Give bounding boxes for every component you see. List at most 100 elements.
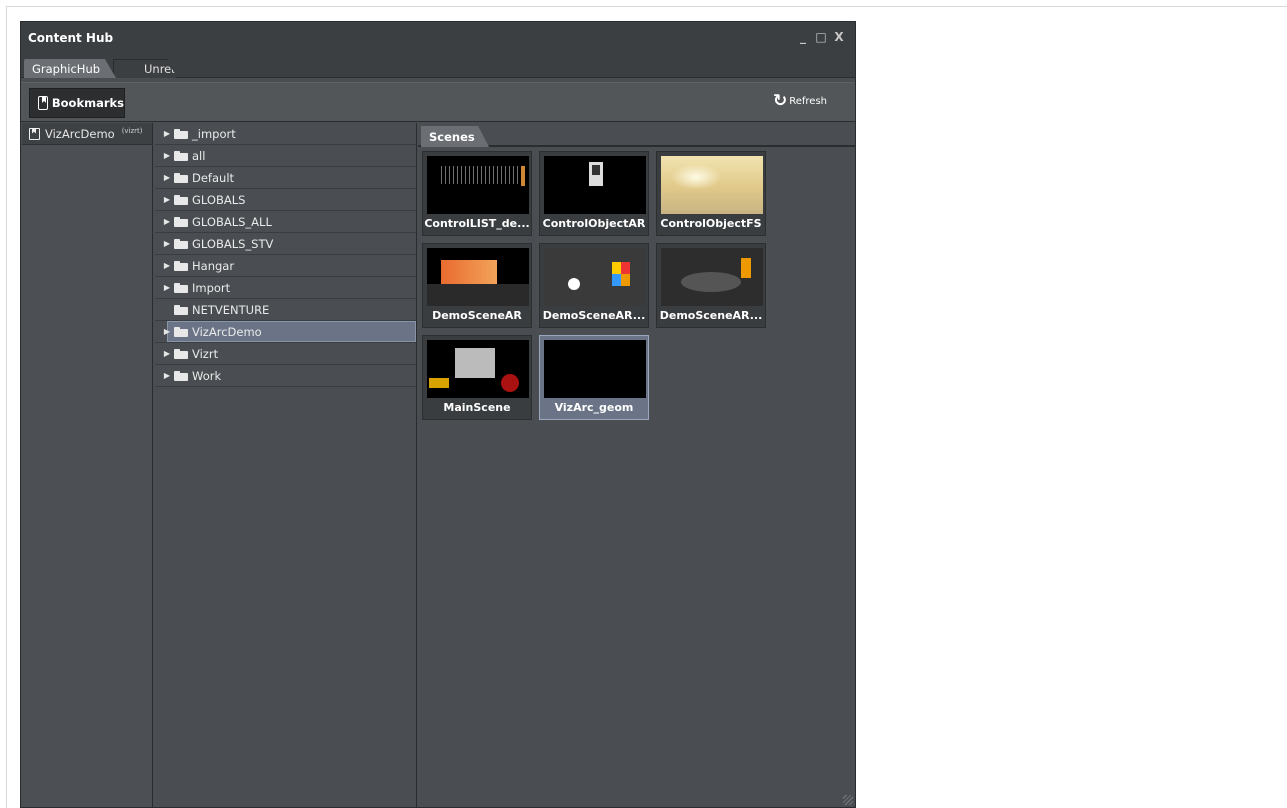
scene-thumbnail <box>661 156 763 214</box>
expand-arrow-icon[interactable]: ▶ <box>160 195 174 204</box>
bookmark-icon <box>38 96 48 110</box>
bookmarks-label: Bookmarks <box>51 96 124 110</box>
tree-item[interactable]: ▶ _import <box>155 123 416 145</box>
scene-tile[interactable]: VizArc_geom <box>539 335 649 420</box>
scene-label: ControlLIST_de... <box>424 217 530 230</box>
expand-arrow-icon[interactable]: ▶ <box>160 217 174 226</box>
refresh-icon: ↻ <box>772 91 788 111</box>
scene-thumbnail <box>427 340 529 398</box>
scene-tile[interactable]: DemoSceneAR... <box>656 243 766 328</box>
expand-arrow-icon[interactable]: ▶ <box>160 239 174 248</box>
close-button[interactable]: X <box>833 30 845 44</box>
scene-thumbnail <box>544 248 646 306</box>
scene-label: ControlObjectAR <box>542 217 646 230</box>
scene-thumbnail <box>544 340 646 398</box>
expand-arrow-icon[interactable]: ▶ <box>160 349 174 358</box>
tree-item-label: NETVENTURE <box>192 302 270 317</box>
tree-item[interactable]: ▶ Hangar <box>155 255 416 277</box>
scene-thumbnail <box>427 156 529 214</box>
scene-label: ControlObjectFS <box>660 217 762 230</box>
scene-label: MainScene <box>443 401 511 414</box>
bookmark-label: VizArcDemo <box>45 126 115 141</box>
tree-item[interactable]: ▶ Import <box>155 277 416 299</box>
tree-item-label: Hangar <box>192 258 235 273</box>
refresh-button[interactable]: ↻ Refresh <box>772 91 827 111</box>
scene-label: DemoSceneAR... <box>542 309 646 322</box>
folder-icon <box>174 304 188 315</box>
tab-graphichub[interactable]: GraphicHub <box>24 59 116 78</box>
tree-item[interactable]: NETVENTURE <box>155 299 416 321</box>
scene-tile[interactable]: DemoSceneAR <box>422 243 532 328</box>
tab-scenes[interactable]: Scenes <box>421 126 489 147</box>
tree-item[interactable]: ▶ Default <box>155 167 416 189</box>
minimize-button[interactable]: _ <box>797 30 809 44</box>
content-hub-window: Content Hub _ □ X Unreal GraphicHub Book… <box>20 21 856 808</box>
tree-item[interactable]: ▶ GLOBALS_STV <box>155 233 416 255</box>
folder-icon <box>174 172 188 183</box>
tree-item-label: all <box>192 148 206 163</box>
tab-label: GraphicHub <box>32 61 101 76</box>
folder-icon <box>174 260 188 271</box>
folder-icon <box>174 216 188 227</box>
resize-grip[interactable] <box>843 795 853 805</box>
folder-icon <box>174 348 188 359</box>
maximize-button[interactable]: □ <box>815 30 827 44</box>
expand-arrow-icon[interactable]: ▶ <box>160 151 174 160</box>
tab-label: Unreal <box>144 62 182 76</box>
tree-item-label: GLOBALS_STV <box>192 236 274 251</box>
scene-tile[interactable]: ControlLIST_de... <box>422 151 532 236</box>
scene-thumbnail <box>661 248 763 306</box>
scene-tile[interactable]: MainScene <box>422 335 532 420</box>
scenes-tabbar: Scenes <box>418 123 855 147</box>
folder-icon <box>174 282 188 293</box>
scene-thumbnail <box>544 156 646 214</box>
expand-arrow-icon[interactable]: ▶ <box>160 327 174 336</box>
scene-tile[interactable]: ControlObjectFS <box>656 151 766 236</box>
bookmarks-pane: VizArcDemo (vizrt) <box>22 123 153 807</box>
bookmark-icon <box>29 127 40 140</box>
scenes-tab-label: Scenes <box>429 129 475 144</box>
window-title: Content Hub <box>28 31 114 45</box>
tab-unreal[interactable]: Unreal <box>113 59 177 78</box>
tree-item[interactable]: ▶ Vizrt <box>155 343 416 365</box>
folder-tree: ▶ _import ▶ all ▶ Default ▶ GLOBALS ▶ GLOBALS_ALL… <box>155 123 417 807</box>
tree-item-label: Default <box>192 170 235 185</box>
expand-arrow-icon[interactable]: ▶ <box>160 173 174 182</box>
expand-arrow-icon[interactable]: ▶ <box>160 129 174 138</box>
expand-arrow-icon[interactable]: ▶ <box>160 371 174 380</box>
tree-rows: ▶ _import ▶ all ▶ Default ▶ GLOBALS ▶ GLOBALS_ALL… <box>155 123 416 387</box>
tree-item-label: VizArcDemo <box>192 324 262 339</box>
tree-item[interactable]: ▶ all <box>155 145 416 167</box>
expand-arrow-icon[interactable]: ▶ <box>160 261 174 270</box>
tree-item[interactable]: ▶ VizArcDemo <box>155 321 416 343</box>
bookmark-item[interactable]: VizArcDemo (vizrt) <box>22 123 152 145</box>
tree-item-label: Import <box>192 280 231 295</box>
scene-tile[interactable]: ControlObjectAR <box>539 151 649 236</box>
tree-item[interactable]: ▶ GLOBALS <box>155 189 416 211</box>
folder-icon <box>174 326 188 337</box>
toolbar: Bookmarks ↻ Refresh <box>21 82 855 122</box>
folder-icon <box>174 370 188 381</box>
tree-item-label: Work <box>192 368 222 383</box>
folder-icon <box>174 150 188 161</box>
scene-tile[interactable]: DemoSceneAR... <box>539 243 649 328</box>
tree-item-label: _import <box>192 126 236 141</box>
tree-item-label: Vizrt <box>192 346 219 361</box>
expand-arrow-icon[interactable]: ▶ <box>160 283 174 292</box>
tree-item[interactable]: ▶ GLOBALS_ALL <box>155 211 416 233</box>
folder-icon <box>174 128 188 139</box>
folder-icon <box>174 238 188 249</box>
bookmarks-button[interactable]: Bookmarks <box>29 88 125 118</box>
tree-item-label: GLOBALS <box>192 192 246 207</box>
source-tabs: Unreal GraphicHub <box>21 54 855 78</box>
scene-label: VizArc_geom <box>554 401 634 414</box>
tree-item-label: GLOBALS_ALL <box>192 214 272 229</box>
title-bar[interactable]: Content Hub _ □ X <box>21 22 855 54</box>
tree-item[interactable]: ▶ Work <box>155 365 416 387</box>
bookmark-tag: (vizrt) <box>121 126 143 135</box>
scene-label: DemoSceneAR... <box>659 309 763 322</box>
refresh-label: Refresh <box>789 95 827 107</box>
scene-thumbnail <box>427 248 529 306</box>
folder-icon <box>174 194 188 205</box>
scenes-pane: Scenes ControlLIST_de... ControlObjectAR C… <box>418 123 855 807</box>
